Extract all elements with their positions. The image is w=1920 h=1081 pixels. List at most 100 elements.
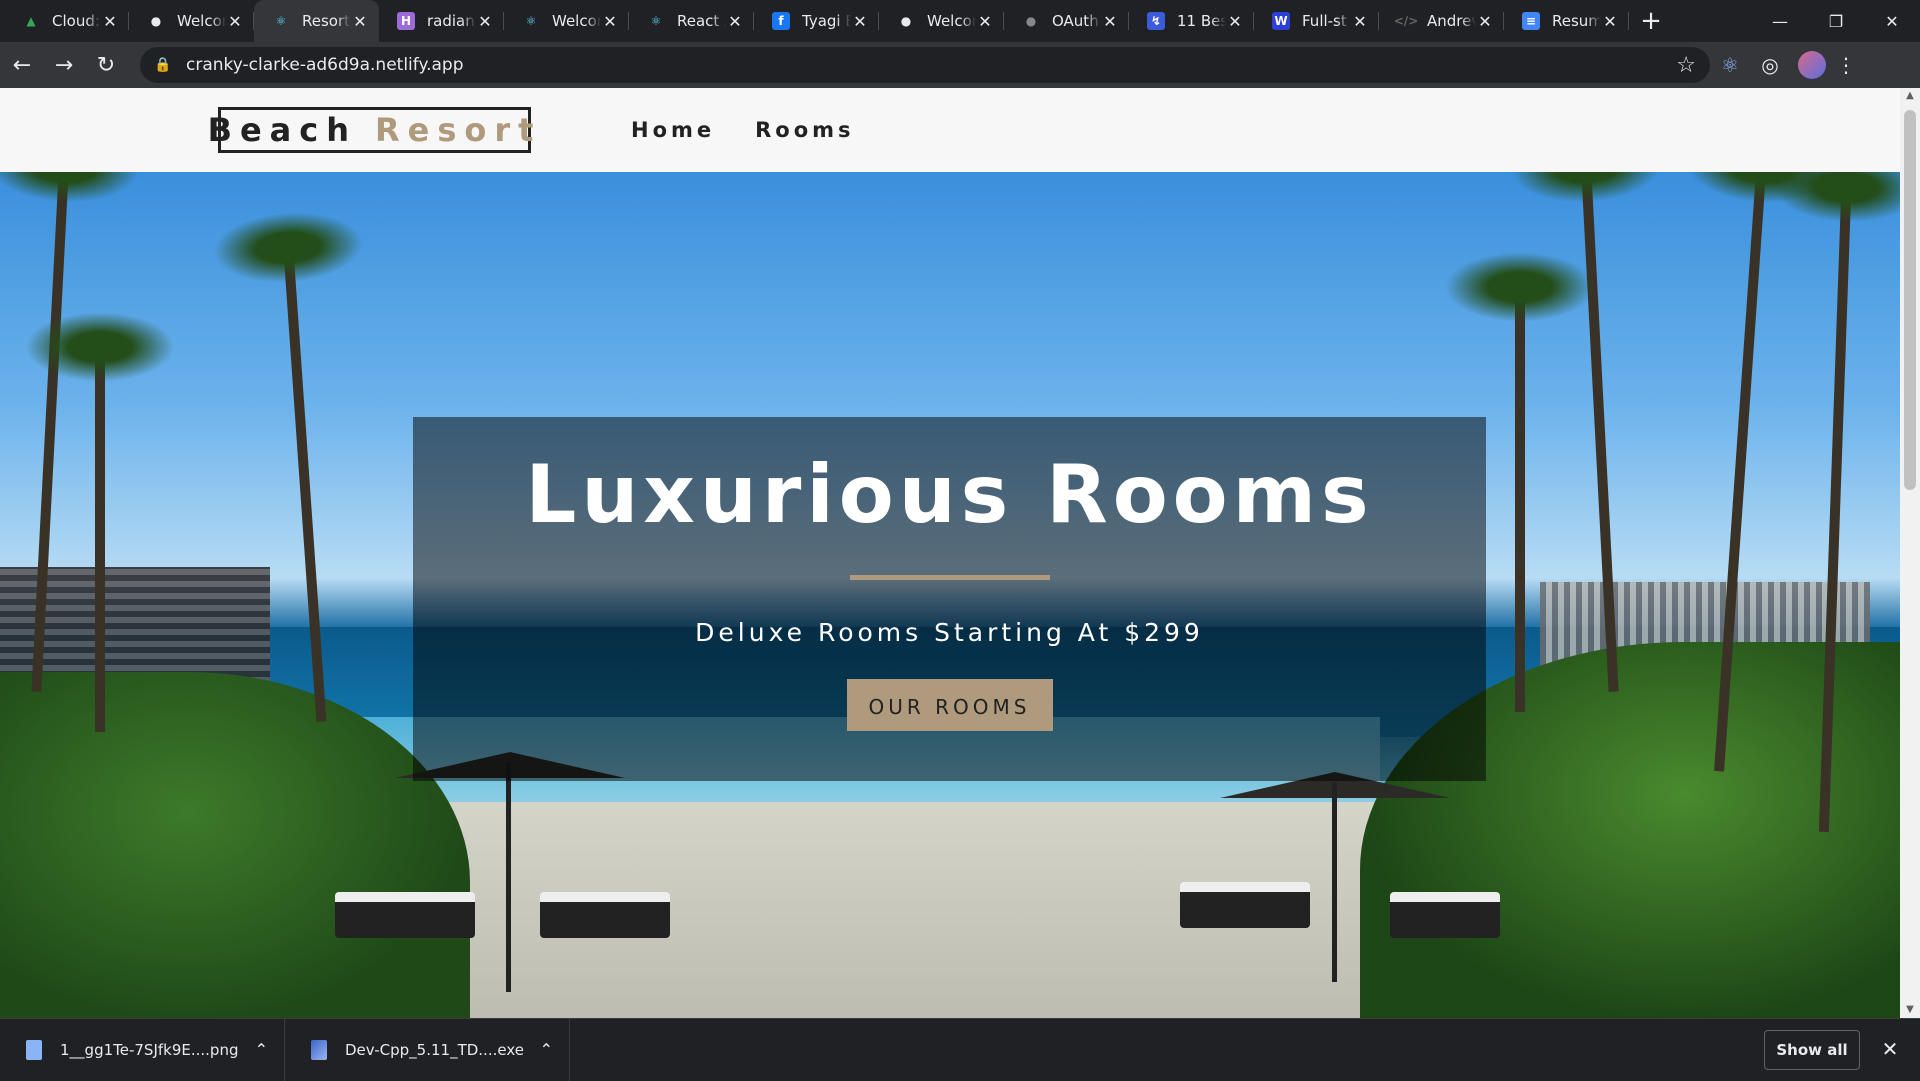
tab-close-icon[interactable]: ✕ [851,12,869,31]
logo-word-beach: Beach [207,111,357,149]
reload-icon[interactable]: ↻ [86,45,126,85]
tab-title: 11 Bes [1177,12,1226,30]
tab-title: Welcor [927,12,976,30]
browser-tab[interactable]: Hradiant ✕ [379,0,504,42]
bookmark-star-icon[interactable]: ☆ [1676,53,1696,78]
tab-close-icon[interactable]: ✕ [726,12,744,31]
tab-close-icon[interactable]: ✕ [976,12,994,31]
browser-tab[interactable]: ↯ 11 Bes ✕ [1129,0,1254,42]
lock-icon[interactable]: 🔒 [154,57,174,73]
w-icon: W [1272,12,1290,30]
tab-title: Cloud: [52,12,100,30]
scroll-down-icon[interactable]: ▼ [1900,1002,1920,1018]
site-logo[interactable]: Beach Resort [208,107,533,153]
scroll-up-icon[interactable]: ▲ [1900,88,1920,104]
target-extension-icon[interactable]: ◎ [1750,45,1790,85]
back-icon[interactable]: ← [2,45,42,85]
chevron-up-icon[interactable]: ⌃ [255,1040,268,1059]
browser-tab[interactable]: W Full-st ✕ [1254,0,1379,42]
palm-tree [1445,252,1595,712]
browser-tab[interactable]: ≡ Resum ✕ [1504,0,1629,42]
sun-lounger [1390,892,1500,938]
new-tab-icon[interactable]: + [1629,0,1673,42]
umbrella-pole [506,762,511,992]
image-file-icon [26,1039,42,1060]
our-rooms-button[interactable]: our rooms [846,679,1053,731]
docs-icon: ≡ [1522,12,1540,30]
browser-tab[interactable]: ● Welcor ✕ [129,0,254,42]
tab-close-icon[interactable]: ✕ [101,12,119,31]
browser-tab[interactable]: ● Welcor ✕ [879,0,1004,42]
site-nav-links: Home Rooms [631,118,895,142]
tab-list: ▲ Cloud: ✕ ● Welcor ✕ ⚛ Resort ✕ Hradiant ✕ ⚛ Welcor… [0,0,1673,42]
tab-title: React / [677,12,726,30]
download-filename: 1__gg1Te-7SJfk9E....png [60,1040,239,1059]
close-window-icon[interactable]: ✕ [1864,0,1920,42]
react-devtools-extension-icon[interactable]: ⚛ [1710,45,1750,85]
hero-banner: Luxurious Rooms Deluxe Rooms Starting At… [413,417,1486,781]
leaf-icon: ▲ [26,14,36,28]
palm-tree [25,312,175,732]
tab-title: Full-st [1302,12,1347,30]
download-item[interactable]: Dev-Cpp_5.11_TD....exe ⌃ [285,1018,570,1081]
browser-tab[interactable]: ● OAuth ✕ [1004,0,1129,42]
download-filename: Dev-Cpp_5.11_TD....exe [345,1040,524,1059]
close-shelf-icon[interactable]: ✕ [1874,1033,1906,1065]
tab-close-icon[interactable]: ✕ [1476,12,1494,31]
tab-close-icon[interactable]: ✕ [476,12,494,31]
browser-tab[interactable]: ⚛ React / ✕ [629,0,754,42]
tab-close-icon[interactable]: ✕ [226,12,244,31]
sun-lounger [1180,882,1310,928]
browser-tab-strip: ▲ Cloud: ✕ ● Welcor ✕ ⚛ Resort ✕ Hradiant ✕ ⚛ Welcor… [0,0,1920,42]
browser-tab[interactable]: ⚛ Resort ✕ [254,0,379,42]
exe-file-icon [311,1039,327,1060]
tab-close-icon[interactable]: ✕ [1601,12,1619,31]
show-all-downloads-button[interactable]: Show all [1764,1030,1860,1070]
globe-icon: ● [150,14,162,28]
tab-title: OAuth [1052,12,1099,30]
profile-avatar[interactable] [1798,51,1826,79]
facebook-icon: f [772,12,790,30]
tab-title: Welcor [177,12,226,30]
tab-close-icon[interactable]: ✕ [351,12,369,31]
bolt-icon: ↯ [1147,12,1165,30]
globe-icon: ● [900,14,912,28]
scrollbar-thumb[interactable] [1904,110,1916,490]
browser-tab[interactable]: ▲ Cloud: ✕ [4,0,129,42]
nav-link-home[interactable]: Home [631,118,715,142]
restore-icon[interactable]: ❐ [1808,0,1864,42]
address-bar[interactable]: 🔒 cranky-clarke-ad6d9a.netlify.app ☆ [140,47,1710,83]
minimize-icon[interactable]: — [1752,0,1808,42]
window-controls: — ❐ ✕ [1752,0,1920,42]
chevron-up-icon[interactable]: ⌃ [540,1040,553,1059]
browser-tab[interactable]: ⚛ Welcor ✕ [504,0,629,42]
tab-title: Andrev [1427,12,1476,30]
url-text[interactable]: cranky-clarke-ad6d9a.netlify.app [186,55,1676,75]
browser-tab[interactable]: f Tyagi E ✕ [754,0,879,42]
sun-lounger [540,892,670,938]
umbrella-pole [1332,782,1337,982]
hero-divider [849,575,1050,580]
tab-title: radiant [427,12,476,30]
tab-title: Resum [1552,12,1601,30]
tab-close-icon[interactable]: ✕ [601,12,619,31]
react-icon: ⚛ [525,14,537,28]
sun-lounger [335,892,475,938]
logo-word-resort: Resort [375,111,542,149]
browser-tab[interactable]: </> Andrev ✕ [1379,0,1504,42]
forward-icon[interactable]: → [44,45,84,85]
tab-close-icon[interactable]: ✕ [1226,12,1244,31]
download-item[interactable]: 1__gg1Te-7SJfk9E....png ⌃ [0,1018,285,1081]
browser-toolbar: ← → ↻ 🔒 cranky-clarke-ad6d9a.netlify.app… [0,42,1920,88]
tab-title: Resort [302,12,351,30]
tab-title: Welcor [552,12,601,30]
tab-close-icon[interactable]: ✕ [1101,12,1119,31]
tab-title: Tyagi E [802,12,851,30]
site-navbar: Beach Resort Home Rooms [0,88,1900,172]
page-scrollbar[interactable]: ▲ ▼ [1900,88,1920,1018]
nav-link-rooms[interactable]: Rooms [755,118,854,142]
page-viewport: Beach Resort Home Rooms Luxurious Rooms … [0,88,1920,1018]
tab-close-icon[interactable]: ✕ [1351,12,1369,31]
menu-kebab-icon[interactable]: ⋮ [1834,53,1858,77]
hero-title: Luxurious Rooms [525,448,1374,541]
